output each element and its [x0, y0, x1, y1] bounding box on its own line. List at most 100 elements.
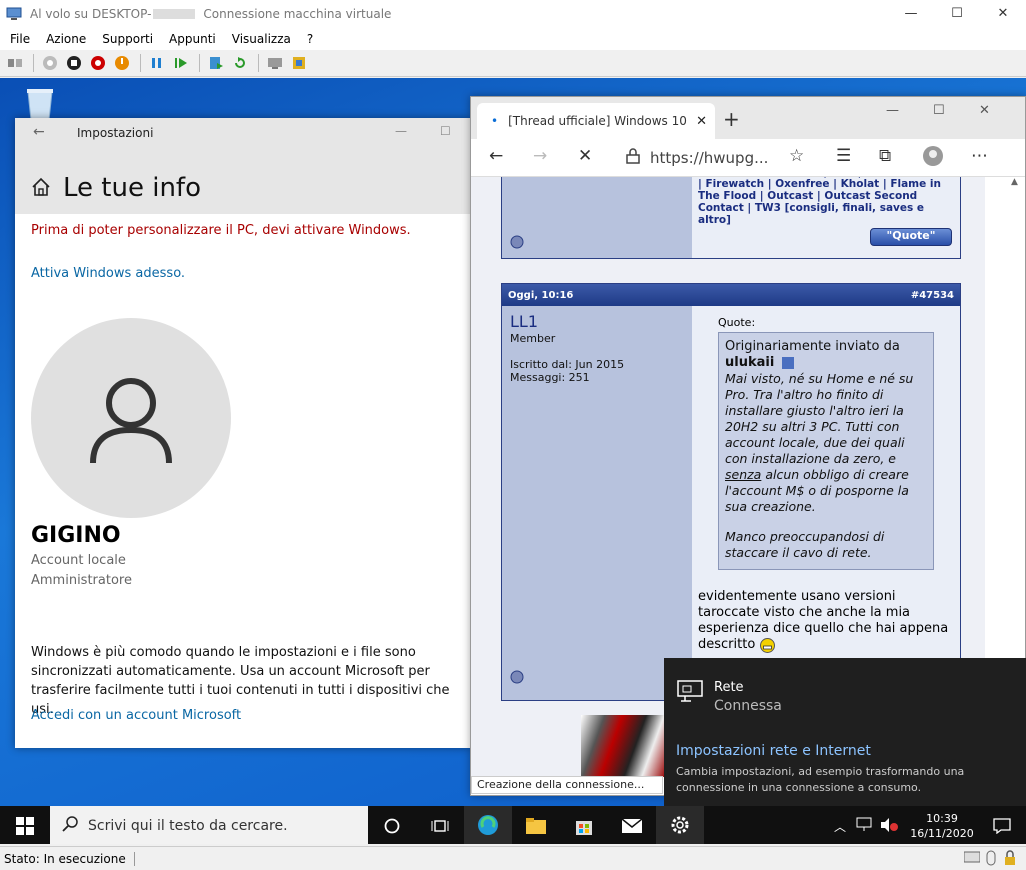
- network-settings-description: Cambia impostazioni, ad esempio trasform…: [676, 765, 965, 794]
- post-image: [581, 715, 671, 777]
- checkpoint-icon[interactable]: [205, 52, 227, 74]
- recycle-bin-icon[interactable]: [20, 86, 60, 122]
- taskbar: Scrivi qui il testo da cercare. ︿ 10:39 …: [0, 806, 1026, 844]
- host-titlebar: Al volo su DESKTOP- Connessione macchina…: [0, 0, 1026, 27]
- author-messages: Messaggi: 251: [510, 371, 590, 384]
- mail-icon[interactable]: [608, 806, 656, 844]
- clock-time: 10:39: [926, 812, 958, 825]
- settings-window: ← Impostazioni — ☐ Le tue info Prima di …: [15, 118, 471, 748]
- network-settings-link[interactable]: Impostazioni rete e Internet: [676, 743, 871, 759]
- shutdown-icon[interactable]: [87, 52, 109, 74]
- store-icon[interactable]: [560, 806, 608, 844]
- start-button[interactable]: [0, 806, 50, 844]
- host-menubar: File Azione Supporti Appunti Visualizza …: [0, 27, 1026, 50]
- share-icon[interactable]: [288, 52, 310, 74]
- cortana-icon[interactable]: [368, 806, 416, 844]
- ctrl-alt-del-icon[interactable]: [4, 52, 26, 74]
- post-number[interactable]: #47534: [911, 290, 954, 301]
- stop-loading-icon[interactable]: ✕: [578, 146, 592, 166]
- show-hidden-icons-icon[interactable]: ︿: [834, 818, 846, 835]
- scroll-up-icon[interactable]: ▲: [1011, 177, 1018, 187]
- menu-supporti[interactable]: Supporti: [102, 32, 153, 46]
- menu-file[interactable]: File: [10, 32, 30, 46]
- microsoft-signin-link[interactable]: Accedi con un account Microsoft: [31, 708, 241, 723]
- pause-icon[interactable]: [146, 52, 168, 74]
- post-date: Oggi, 10:16: [508, 289, 574, 301]
- network-tray-icon[interactable]: [856, 817, 874, 836]
- network-name[interactable]: Rete: [714, 680, 744, 695]
- forward-icon[interactable]: →: [533, 146, 547, 166]
- host-toolbar: [0, 50, 1026, 77]
- tab-title: [Thread ufficiale] Windows 10 "S: [508, 114, 689, 128]
- close-icon[interactable]: ✕: [979, 103, 990, 118]
- lock-icon: [626, 148, 640, 168]
- back-arrow-icon[interactable]: ←: [33, 124, 45, 140]
- turn-off-icon[interactable]: [63, 52, 85, 74]
- network-icon: [677, 680, 703, 705]
- online-status-icon: [510, 670, 524, 687]
- network-flyout: Rete Connessa Impostazioni rete e Intern…: [664, 658, 1026, 806]
- view-post-icon[interactable]: [781, 356, 794, 369]
- quoted-message: Originariamente inviato da ulukaii Mai v…: [718, 332, 934, 570]
- address-bar[interactable]: https://hwupg...: [616, 143, 816, 173]
- vm-screen: ← Impostazioni — ☐ Le tue info Prima di …: [0, 78, 1026, 844]
- profile-icon[interactable]: [923, 146, 943, 171]
- maximize-icon[interactable]: ☐: [934, 0, 980, 27]
- loading-icon: •: [491, 114, 499, 128]
- user-name: GIGINO: [31, 523, 121, 548]
- search-icon: [62, 816, 78, 836]
- maximize-icon[interactable]: ☐: [440, 124, 451, 138]
- task-view-icon[interactable]: [416, 806, 464, 844]
- minimize-icon[interactable]: —: [888, 0, 934, 27]
- author-rank: Member: [510, 332, 556, 345]
- notifications-icon[interactable]: [978, 818, 1026, 834]
- post-author[interactable]: LL1: [510, 312, 538, 331]
- activate-windows-link[interactable]: Attiva Windows adesso.: [31, 266, 185, 281]
- avatar: [31, 318, 231, 518]
- previous-post: Thread official Uplay | AC4 | Ghost of a…: [501, 177, 961, 259]
- user-icon: [90, 378, 172, 464]
- quote-author[interactable]: ulukaii: [725, 355, 774, 370]
- resume-icon[interactable]: [170, 52, 192, 74]
- volume-muted-icon[interactable]: [880, 817, 898, 836]
- window-title-suffix: Connessione macchina virtuale: [203, 6, 392, 21]
- browser-tab[interactable]: • [Thread ufficiale] Windows 10 "S ✕: [477, 103, 715, 139]
- quote-text-1: Mai visto, né su Home e né su Pro. Tra l…: [725, 371, 914, 466]
- back-icon[interactable]: ←: [489, 146, 503, 166]
- settings-gear-icon[interactable]: [656, 806, 704, 844]
- edge-navbar: ← → ✕ https://hwupg... ☆ ☰ ⧉ ⋯: [471, 139, 1025, 177]
- menu-help[interactable]: ?: [307, 32, 313, 46]
- menu-azione[interactable]: Azione: [46, 32, 86, 46]
- minimize-icon[interactable]: —: [886, 103, 899, 118]
- menu-visualizza[interactable]: Visualizza: [232, 32, 291, 46]
- close-tab-icon[interactable]: ✕: [696, 114, 707, 129]
- vm-connection-icon: [6, 7, 22, 21]
- mouse-icon: [986, 850, 996, 869]
- windows-logo-icon: [16, 817, 34, 835]
- quote-heading: Quote:: [718, 316, 756, 329]
- save-state-icon[interactable]: [111, 52, 133, 74]
- user-role: Amministratore: [31, 573, 132, 588]
- clock[interactable]: 10:39 16/11/2020: [906, 811, 978, 841]
- taskbar-search[interactable]: Scrivi qui il testo da cercare.: [50, 806, 368, 844]
- menu-appunti[interactable]: Appunti: [169, 32, 216, 46]
- enhanced-session-icon[interactable]: [264, 52, 286, 74]
- collections-icon[interactable]: ⧉: [879, 146, 891, 166]
- quote-button[interactable]: "Quote": [870, 228, 952, 246]
- new-tab-icon[interactable]: +: [723, 107, 740, 131]
- favorite-star-icon[interactable]: ☆: [789, 146, 804, 166]
- edge-taskbar-icon[interactable]: [464, 806, 512, 844]
- close-icon[interactable]: ✕: [980, 0, 1026, 27]
- activation-warning: Prima di poter personalizzare il PC, dev…: [31, 223, 411, 238]
- favorites-icon[interactable]: ☰: [836, 146, 851, 166]
- edge-status-bar: Creazione della connessione...: [471, 776, 663, 794]
- page-heading: Le tue info: [31, 173, 201, 203]
- signature-links[interactable]: Thread official Uplay | AC4 | Ghost of a…: [698, 177, 954, 226]
- revert-icon[interactable]: [229, 52, 251, 74]
- more-options-icon[interactable]: ⋯: [971, 146, 988, 166]
- maximize-icon[interactable]: ☐: [933, 103, 945, 118]
- start-vm-icon[interactable]: [39, 52, 61, 74]
- minimize-icon[interactable]: —: [395, 124, 407, 138]
- redacted-hostname: [153, 8, 196, 19]
- file-explorer-icon[interactable]: [512, 806, 560, 844]
